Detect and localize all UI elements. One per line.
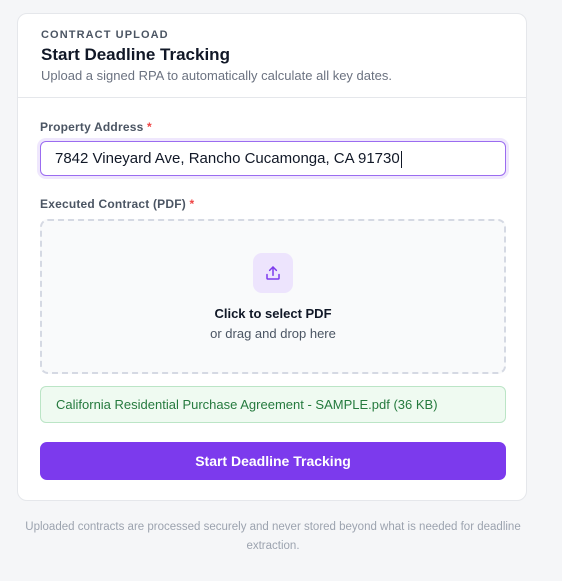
upload-icon (266, 266, 280, 280)
upload-icon-badge (253, 253, 293, 293)
property-address-input[interactable]: 7842 Vineyard Ave, Rancho Cucamonga, CA … (40, 141, 506, 176)
form-body: Property Address * 7842 Vineyard Ave, Ra… (18, 98, 526, 480)
upload-card: CONTRACT UPLOAD Start Deadline Tracking … (17, 13, 527, 501)
property-address-label-text: Property Address (40, 120, 144, 134)
property-address-label: Property Address * (40, 120, 504, 134)
contract-label-text: Executed Contract (PDF) (40, 197, 186, 211)
contract-label: Executed Contract (PDF) * (40, 197, 504, 211)
pdf-dropzone[interactable]: Click to select PDF or drag and drop her… (40, 219, 506, 374)
dropzone-subtitle: or drag and drop here (210, 326, 336, 341)
selected-file-chip: California Residential Purchase Agreemen… (40, 386, 506, 423)
dropzone-title: Click to select PDF (214, 306, 332, 321)
section-eyebrow: CONTRACT UPLOAD (41, 29, 169, 41)
property-address-value: 7842 Vineyard Ave, Rancho Cucamonga, CA … (55, 150, 400, 167)
required-marker: * (189, 197, 195, 211)
card-title: Start Deadline Tracking (41, 45, 230, 64)
start-tracking-button[interactable]: Start Deadline Tracking (40, 442, 506, 480)
text-caret (400, 150, 402, 168)
card-header: CONTRACT UPLOAD Start Deadline Tracking … (18, 14, 526, 98)
card-subtitle: Upload a signed RPA to automatically cal… (41, 68, 392, 83)
privacy-footnote: Uploaded contracts are processed securel… (25, 521, 521, 552)
required-marker: * (147, 120, 152, 134)
